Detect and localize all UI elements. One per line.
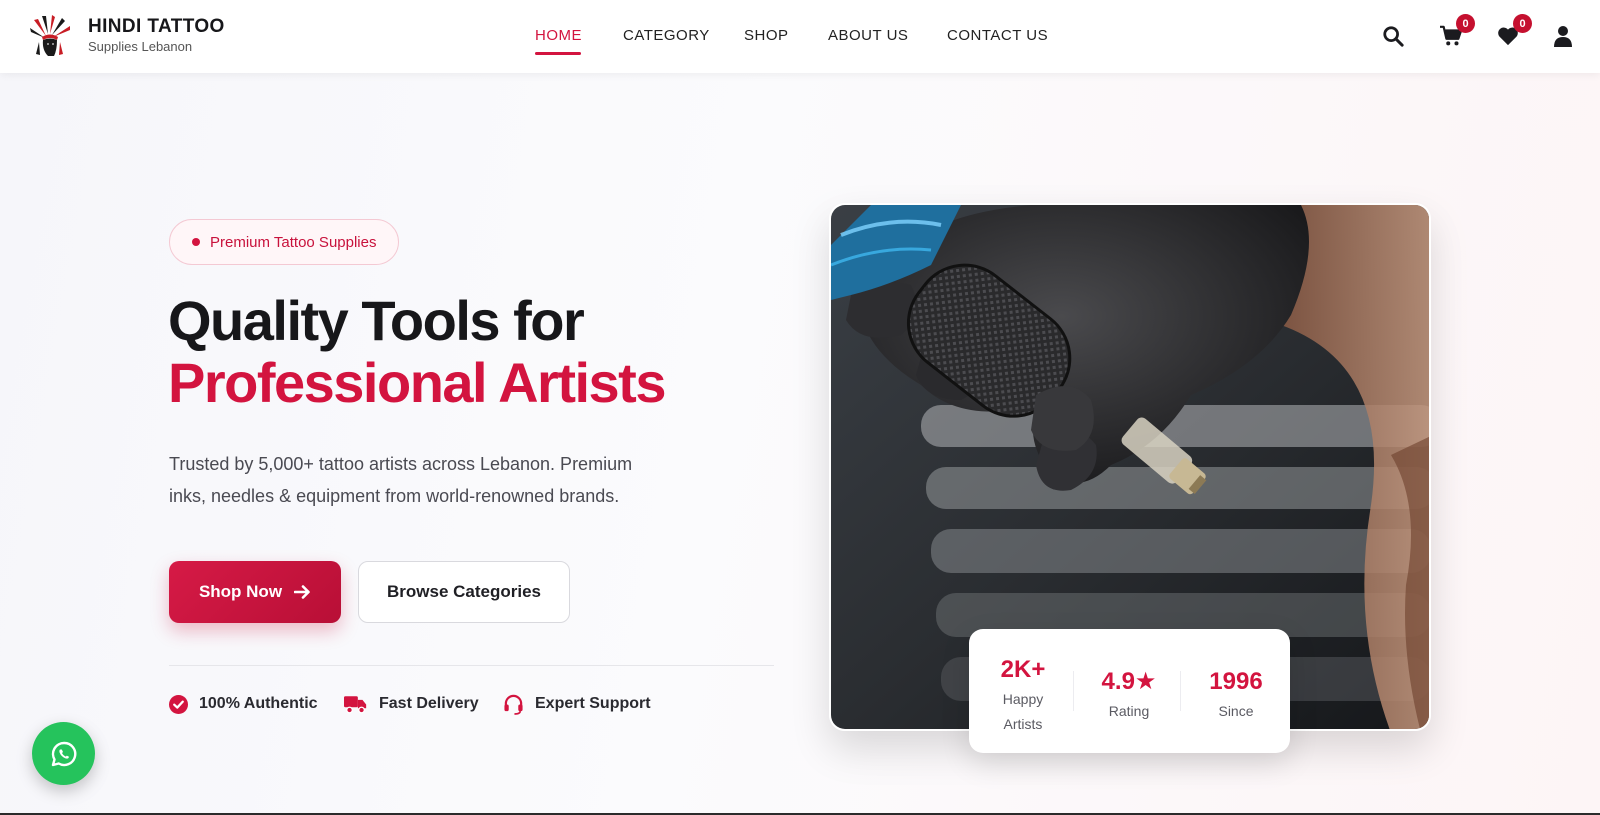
stat-label: Rating [1108, 703, 1150, 719]
feature-authentic-label: 100% Authentic [199, 695, 318, 712]
stat-value: 2K+ [1000, 656, 1046, 683]
stat-happy-artists: 2K+ Happy Artists [991, 629, 1055, 753]
brand-text: HINDI TATTOO Supplies Lebanon [88, 16, 225, 56]
headline-line-2: Professional Artists [168, 351, 666, 414]
check-circle-icon [169, 694, 188, 714]
feature-expert-support: Expert Support [503, 692, 651, 716]
premium-badge: Premium Tattoo Supplies [169, 219, 400, 265]
search-icon[interactable] [1381, 24, 1405, 48]
site-header: HINDI TATTOO Supplies Lebanon HOME CATEG… [0, 0, 1600, 73]
wishlist-button[interactable]: 0 [1496, 14, 1532, 48]
shop-now-button[interactable]: Shop Now [169, 561, 341, 623]
headline-line-1: Quality Tools for [168, 289, 585, 352]
feature-fast-delivery-label: Fast Delivery [379, 695, 479, 712]
stats-card: 2K+ Happy Artists 4.9★ Rating 1996 Since [969, 629, 1290, 753]
stat-value: 1996 [1209, 668, 1263, 695]
active-nav-indicator [535, 52, 581, 55]
native-headdress-logo-icon [30, 15, 70, 56]
user-icon[interactable] [1551, 24, 1575, 48]
cart-count-badge: 0 [1456, 14, 1475, 33]
nav-shop[interactable]: SHOP [744, 27, 789, 44]
brand-name: HINDI TATTOO [88, 16, 225, 37]
features-divider [169, 665, 774, 666]
nav-contact-us[interactable]: CONTACT US [947, 27, 1048, 44]
brand-subtitle: Supplies Lebanon [88, 39, 193, 54]
nav-home[interactable]: HOME [535, 27, 582, 44]
premium-badge-label: Premium Tattoo Supplies [210, 233, 377, 251]
stat-value: 4.9★ [1101, 668, 1157, 695]
arrow-right-icon [294, 585, 310, 599]
cart-button[interactable]: 0 [1439, 14, 1475, 48]
whatsapp-button[interactable] [32, 722, 95, 785]
feature-expert-support-label: Expert Support [535, 695, 651, 712]
browse-categories-label: Browse Categories [387, 582, 541, 601]
nav-category[interactable]: CATEGORY [623, 27, 710, 44]
feature-fast-delivery: Fast Delivery [344, 692, 479, 716]
truck-icon [344, 695, 367, 713]
stat-divider [1180, 671, 1181, 711]
stat-label: Happy Artists [1002, 691, 1044, 732]
nav-about-us[interactable]: ABOUT US [828, 27, 908, 44]
feature-authentic: 100% Authentic [169, 692, 318, 716]
whatsapp-icon [51, 741, 76, 766]
browse-categories-button[interactable]: Browse Categories [358, 561, 570, 623]
headset-icon [504, 694, 523, 715]
wishlist-count-badge: 0 [1513, 14, 1532, 33]
hero-headline: Quality Tools for Professional Artists [168, 289, 666, 414]
shop-now-label: Shop Now [198, 582, 283, 601]
stat-label: Since [1218, 703, 1254, 719]
stat-divider [1073, 671, 1074, 711]
stat-rating: 4.9★ Rating [1084, 629, 1174, 753]
stat-since: 1996 Since [1191, 629, 1281, 753]
badge-dot-icon [192, 238, 200, 246]
hero-description: Trusted by 5,000+ tattoo artists across … [169, 454, 633, 506]
brand-home-link[interactable]: HINDI TATTOO Supplies Lebanon [28, 14, 225, 58]
